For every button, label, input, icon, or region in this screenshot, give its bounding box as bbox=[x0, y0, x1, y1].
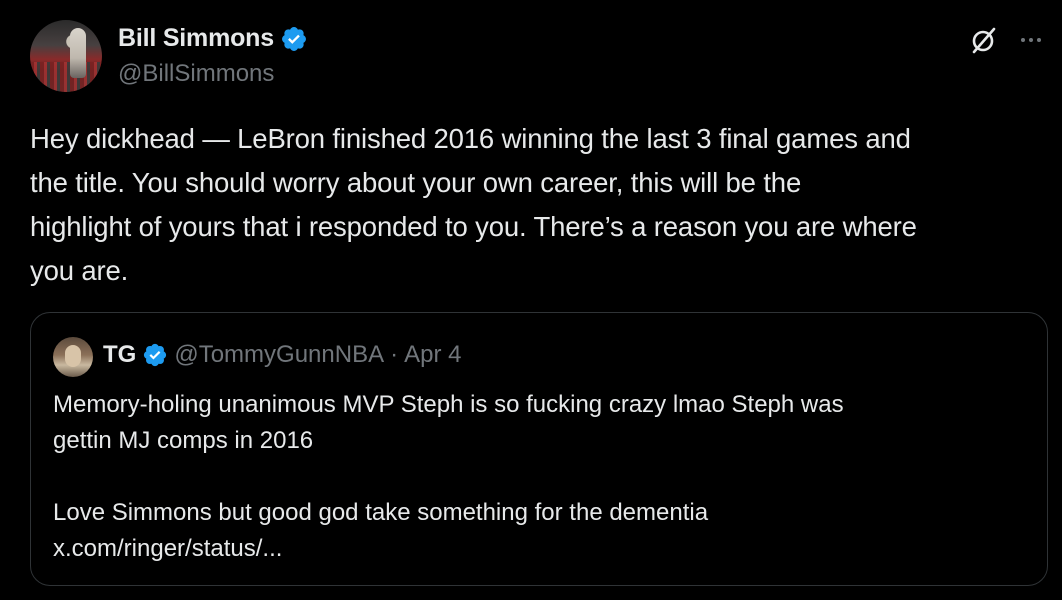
more-dot bbox=[1021, 38, 1025, 42]
avatar-crowd-shape bbox=[30, 62, 102, 92]
grok-icon[interactable] bbox=[968, 24, 1000, 56]
quoted-tweet[interactable]: TG @TommyGunnNBA · Apr 4 Memory-holing u… bbox=[30, 312, 1048, 586]
quoted-avatar-face-shape bbox=[65, 345, 81, 367]
quoted-tweet-text: Memory-holing unanimous MVP Steph is so … bbox=[53, 391, 844, 562]
quoted-separator: · bbox=[390, 341, 399, 368]
more-dot bbox=[1037, 38, 1041, 42]
author-name-row: Bill Simmons bbox=[118, 24, 308, 53]
quoted-tweet-date[interactable]: Apr 4 bbox=[404, 341, 461, 369]
author-avatar[interactable] bbox=[30, 20, 102, 92]
quoted-author-avatar[interactable] bbox=[53, 337, 93, 377]
quoted-author-name[interactable]: TG bbox=[103, 341, 136, 369]
tweet: Bill Simmons @BillSimmons Hey dickhead —… bbox=[0, 0, 1062, 600]
verified-badge-icon[interactable] bbox=[280, 25, 308, 53]
quoted-verified-badge-icon bbox=[144, 343, 167, 367]
quoted-author-handle[interactable]: @TommyGunnNBA bbox=[174, 341, 384, 369]
quoted-tweet-header: TG @TommyGunnNBA · Apr 4 bbox=[103, 341, 461, 369]
more-options-icon[interactable] bbox=[1014, 24, 1048, 56]
avatar-figure-shape bbox=[70, 28, 86, 78]
author-handle[interactable]: @BillSimmons bbox=[118, 60, 274, 88]
tweet-text: Hey dickhead — LeBron finished 2016 winn… bbox=[30, 123, 917, 286]
more-dot bbox=[1029, 38, 1033, 42]
author-display-name[interactable]: Bill Simmons bbox=[118, 24, 274, 53]
